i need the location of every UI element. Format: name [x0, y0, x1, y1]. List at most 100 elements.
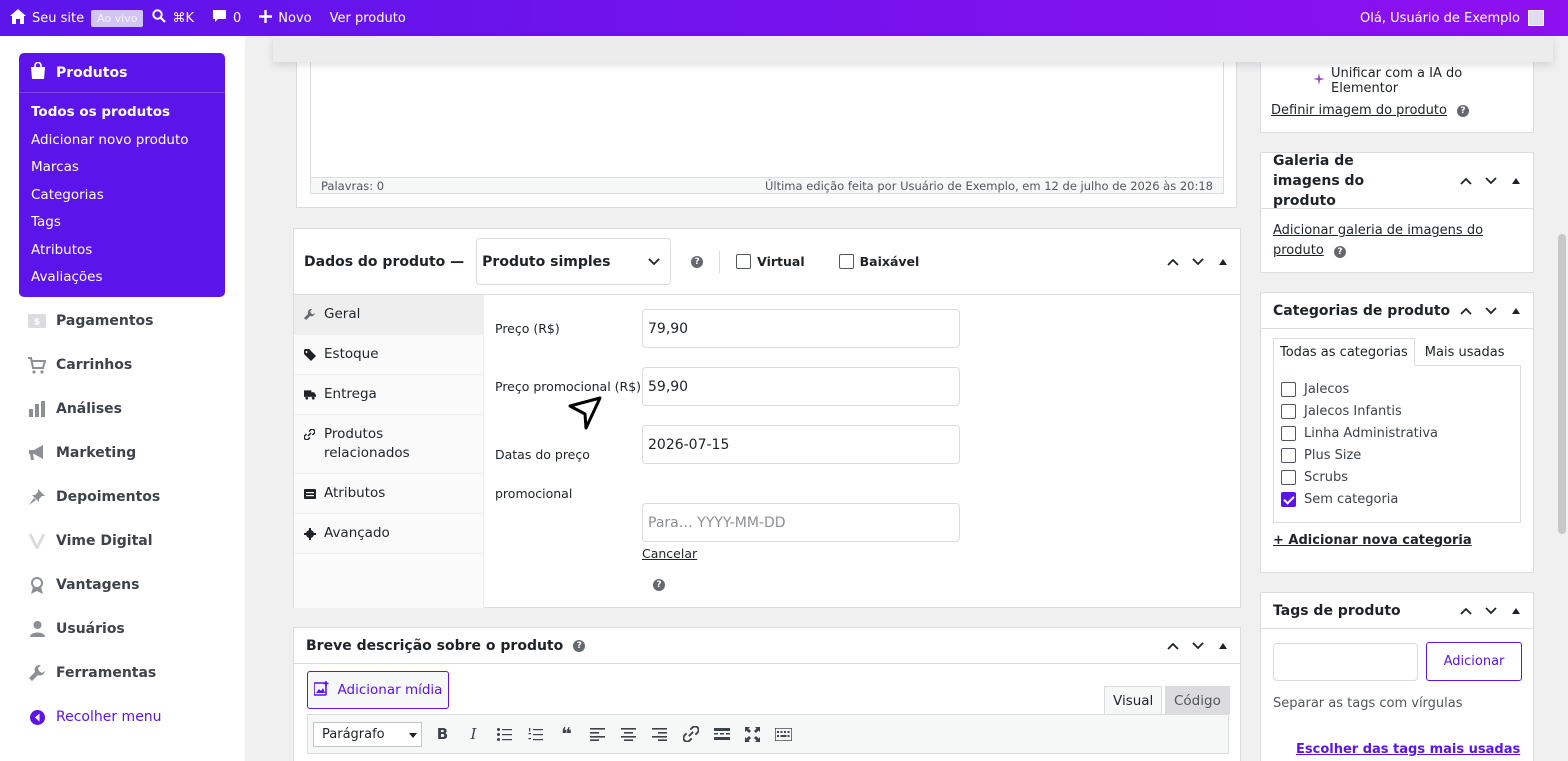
- category-item[interactable]: Jalecos Infantis: [1274, 400, 1520, 422]
- tag-input[interactable]: [1273, 643, 1418, 681]
- tab-advanced[interactable]: Avançado: [294, 514, 483, 554]
- submenu-brands[interactable]: Marcas: [19, 154, 225, 182]
- italic-icon[interactable]: I: [463, 724, 484, 745]
- regular-price-input[interactable]: 79,90: [642, 309, 960, 348]
- move-up-icon[interactable]: [1166, 639, 1180, 653]
- toolbar-toggle-icon[interactable]: [773, 724, 794, 745]
- new-link[interactable]: Novo: [250, 0, 320, 36]
- align-left-icon[interactable]: [587, 724, 608, 745]
- submenu-tags[interactable]: Tags: [19, 209, 225, 237]
- toggle-panel-icon[interactable]: [1509, 174, 1523, 188]
- sale-date-from-input[interactable]: 2026-07-15: [642, 425, 960, 464]
- help-icon[interactable]: ?: [573, 639, 586, 652]
- page-scrollbar[interactable]: [1558, 234, 1566, 534]
- menu-tools[interactable]: Ferramentas: [0, 651, 245, 695]
- category-checkbox[interactable]: [1281, 447, 1296, 463]
- align-center-icon[interactable]: [618, 724, 639, 745]
- menu-vime-digital[interactable]: Vime Digital: [0, 519, 245, 563]
- popular-tags-link[interactable]: Escolher das tags mais usadas: [1296, 742, 1520, 757]
- tab-shipping[interactable]: Entrega: [294, 375, 483, 415]
- move-up-icon[interactable]: [1459, 604, 1473, 618]
- add-gallery-link[interactable]: Adicionar galeria de imagens do produto: [1273, 223, 1483, 258]
- tab-inventory[interactable]: Estoque: [294, 335, 483, 375]
- tab-linked-products[interactable]: Produtos relacionados: [294, 415, 483, 474]
- comments-link[interactable]: 0: [203, 0, 250, 36]
- move-down-icon[interactable]: [1191, 639, 1205, 653]
- menu-payments[interactable]: $ Pagamentos: [0, 299, 245, 343]
- sale-date-to-input[interactable]: Para… YYYY-MM-DD: [642, 503, 960, 542]
- move-up-icon[interactable]: [1166, 255, 1180, 269]
- link-icon[interactable]: [680, 724, 701, 745]
- tab-general[interactable]: Geral: [294, 295, 483, 335]
- category-item[interactable]: Jalecos: [1274, 378, 1520, 400]
- tab-code[interactable]: Código: [1165, 686, 1230, 714]
- submenu-categories[interactable]: Categorias: [19, 182, 225, 210]
- toggle-panel-icon[interactable]: [1509, 304, 1523, 318]
- submenu-all-products[interactable]: Todos os produtos: [19, 99, 225, 127]
- downloadable-checkbox[interactable]: Baixável: [838, 254, 919, 269]
- help-icon[interactable]: ?: [691, 255, 704, 268]
- tab-all-categories[interactable]: Todas as categorias: [1273, 338, 1415, 366]
- move-up-icon[interactable]: [1459, 174, 1473, 188]
- tab-attributes[interactable]: Atributos: [294, 474, 483, 514]
- virtual-checkbox-box[interactable]: [736, 254, 752, 269]
- category-item[interactable]: Linha Administrativa: [1274, 422, 1520, 444]
- add-media-button[interactable]: Adicionar mídia: [307, 671, 449, 709]
- category-checkbox-checked[interactable]: [1281, 491, 1296, 507]
- move-up-icon[interactable]: [1459, 304, 1473, 318]
- tab-visual[interactable]: Visual: [1104, 686, 1163, 714]
- category-item[interactable]: Scrubs: [1274, 466, 1520, 488]
- menu-marketing[interactable]: Marketing: [0, 431, 245, 475]
- category-checkbox[interactable]: [1281, 469, 1296, 485]
- add-category-link[interactable]: + Adicionar nova categoria: [1273, 533, 1472, 548]
- view-product-link[interactable]: Ver produto: [321, 0, 415, 36]
- menu-benefits[interactable]: Vantagens: [0, 563, 245, 607]
- tab-most-used[interactable]: Mais usadas: [1419, 338, 1511, 366]
- sale-dates-label: Datas do preço promocional: [495, 447, 590, 501]
- move-down-icon[interactable]: [1484, 604, 1498, 618]
- category-checkbox[interactable]: [1281, 381, 1296, 397]
- menu-carts[interactable]: Carrinhos: [0, 343, 245, 387]
- set-product-image-link[interactable]: Definir imagem do produto: [1271, 103, 1447, 118]
- numbered-list-icon[interactable]: [525, 724, 546, 745]
- toggle-panel-icon[interactable]: [1509, 604, 1523, 618]
- category-item[interactable]: Plus Size: [1274, 444, 1520, 466]
- add-tag-button[interactable]: Adicionar: [1426, 642, 1522, 681]
- help-icon[interactable]: ?: [1456, 104, 1469, 117]
- format-select[interactable]: Parágrafo: [313, 721, 422, 747]
- collapse-menu[interactable]: Recolher menu: [0, 695, 245, 739]
- toggle-panel-icon[interactable]: [1216, 639, 1230, 653]
- downloadable-checkbox-box[interactable]: [838, 254, 854, 269]
- category-checkbox[interactable]: [1281, 403, 1296, 419]
- category-item[interactable]: Sem categoria: [1274, 488, 1520, 510]
- submenu-add-product[interactable]: Adicionar novo produto: [19, 127, 225, 155]
- menu-testimonials[interactable]: Depoimentos: [0, 475, 245, 519]
- move-down-icon[interactable]: [1484, 174, 1498, 188]
- elementor-ai-link[interactable]: Unificar com a IA do Elementor: [1313, 66, 1533, 96]
- menu-users[interactable]: Usuários: [0, 607, 245, 651]
- submenu-attributes[interactable]: Atributos: [19, 237, 225, 265]
- bullet-list-icon[interactable]: [494, 724, 515, 745]
- virtual-checkbox[interactable]: Virtual: [736, 254, 805, 269]
- toggle-panel-icon[interactable]: [1216, 255, 1230, 269]
- move-down-icon[interactable]: [1484, 304, 1498, 318]
- fullscreen-icon[interactable]: [742, 724, 763, 745]
- products-menu-header[interactable]: Produtos: [19, 53, 225, 93]
- product-type-select[interactable]: Produto simples: [476, 238, 672, 285]
- site-link[interactable]: Seu site: [0, 0, 93, 36]
- search-shortcut[interactable]: ⌘K: [143, 0, 203, 36]
- align-right-icon[interactable]: [649, 724, 670, 745]
- list-icon: [304, 484, 316, 503]
- category-checkbox[interactable]: [1281, 425, 1296, 441]
- help-icon[interactable]: ?: [1333, 246, 1346, 259]
- submenu-reviews[interactable]: Avaliações: [19, 264, 225, 292]
- cancel-schedule-link[interactable]: Cancelar: [642, 546, 697, 561]
- menu-analytics[interactable]: Análises: [0, 387, 245, 431]
- account-menu[interactable]: Olá, Usuário de Exemplo: [1360, 0, 1544, 36]
- move-down-icon[interactable]: [1191, 255, 1205, 269]
- read-more-icon[interactable]: [711, 724, 732, 745]
- sale-price-input[interactable]: 59,90: [642, 367, 960, 406]
- bold-icon[interactable]: B: [432, 724, 453, 745]
- quote-icon[interactable]: ❝: [556, 724, 577, 745]
- help-icon[interactable]: ?: [653, 579, 665, 591]
